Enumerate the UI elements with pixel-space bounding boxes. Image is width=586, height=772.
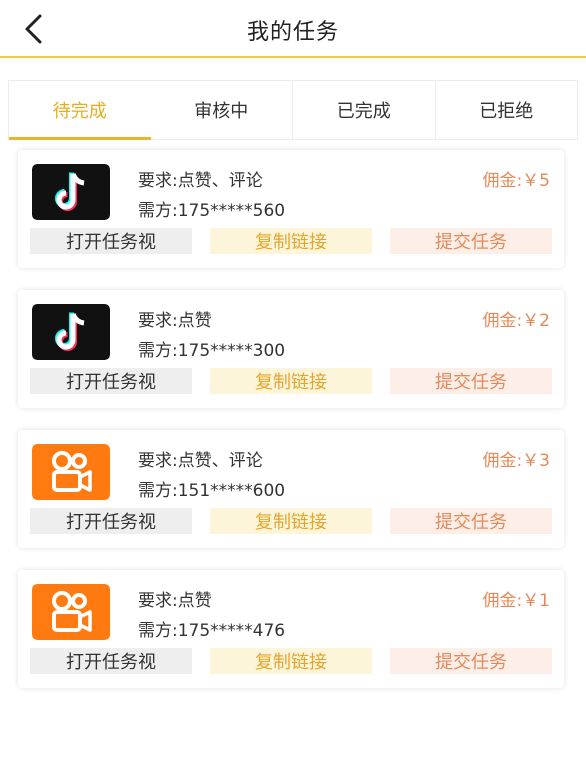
task-client: 需方:175*****476	[138, 621, 286, 641]
open-task-button[interactable]: 打开任务视	[30, 508, 192, 534]
submit-task-button[interactable]: 提交任务	[390, 228, 552, 254]
copy-link-button[interactable]: 复制链接	[210, 648, 372, 674]
task-commission: 佣金:￥3	[482, 451, 550, 471]
task-requirement: 要求:点赞、评论	[138, 451, 263, 471]
task-client: 需方:175*****300	[138, 341, 286, 361]
task-requirement: 要求:点赞	[138, 311, 212, 331]
task-commission: 佣金:￥1	[482, 591, 550, 611]
submit-task-button[interactable]: 提交任务	[390, 508, 552, 534]
copy-link-button[interactable]: 复制链接	[210, 368, 372, 394]
submit-task-button[interactable]: 提交任务	[390, 368, 552, 394]
tab-rejected[interactable]: 已拒绝	[434, 81, 578, 139]
task-card: 要求:点赞 需方:175*****476 佣金:￥1 打开任务视 复制链接 提交…	[18, 570, 564, 688]
task-status-tabs: 待完成 审核中 已完成 已拒绝	[8, 80, 578, 140]
task-requirement: 要求:点赞、评论	[138, 171, 263, 191]
douyin-icon	[32, 304, 110, 360]
task-requirement: 要求:点赞	[138, 591, 212, 611]
kuaishou-icon	[32, 584, 110, 640]
copy-link-button[interactable]: 复制链接	[210, 508, 372, 534]
task-client: 需方:151*****600	[138, 481, 286, 501]
task-commission: 佣金:￥5	[482, 171, 550, 191]
open-task-button[interactable]: 打开任务视	[30, 228, 192, 254]
tab-completed[interactable]: 已完成	[292, 81, 435, 139]
task-commission: 佣金:￥2	[482, 311, 550, 331]
open-task-button[interactable]: 打开任务视	[30, 648, 192, 674]
tab-pending[interactable]: 待完成	[9, 81, 151, 140]
task-card: 要求:点赞、评论 需方:151*****600 佣金:￥3 打开任务视 复制链接…	[18, 430, 564, 548]
kuaishou-icon	[32, 444, 110, 500]
submit-task-button[interactable]: 提交任务	[390, 648, 552, 674]
task-card: 要求:点赞 需方:175*****300 佣金:￥2 打开任务视 复制链接 提交…	[18, 290, 564, 408]
task-card: 要求:点赞、评论 需方:175*****560 佣金:￥5 打开任务视 复制链接…	[18, 150, 564, 268]
tab-reviewing[interactable]: 审核中	[151, 81, 293, 139]
open-task-button[interactable]: 打开任务视	[30, 368, 192, 394]
task-client: 需方:175*****560	[138, 201, 286, 221]
header: 我的任务	[0, 0, 586, 58]
copy-link-button[interactable]: 复制链接	[210, 228, 372, 254]
page-title: 我的任务	[246, 20, 339, 45]
douyin-icon	[32, 164, 110, 220]
